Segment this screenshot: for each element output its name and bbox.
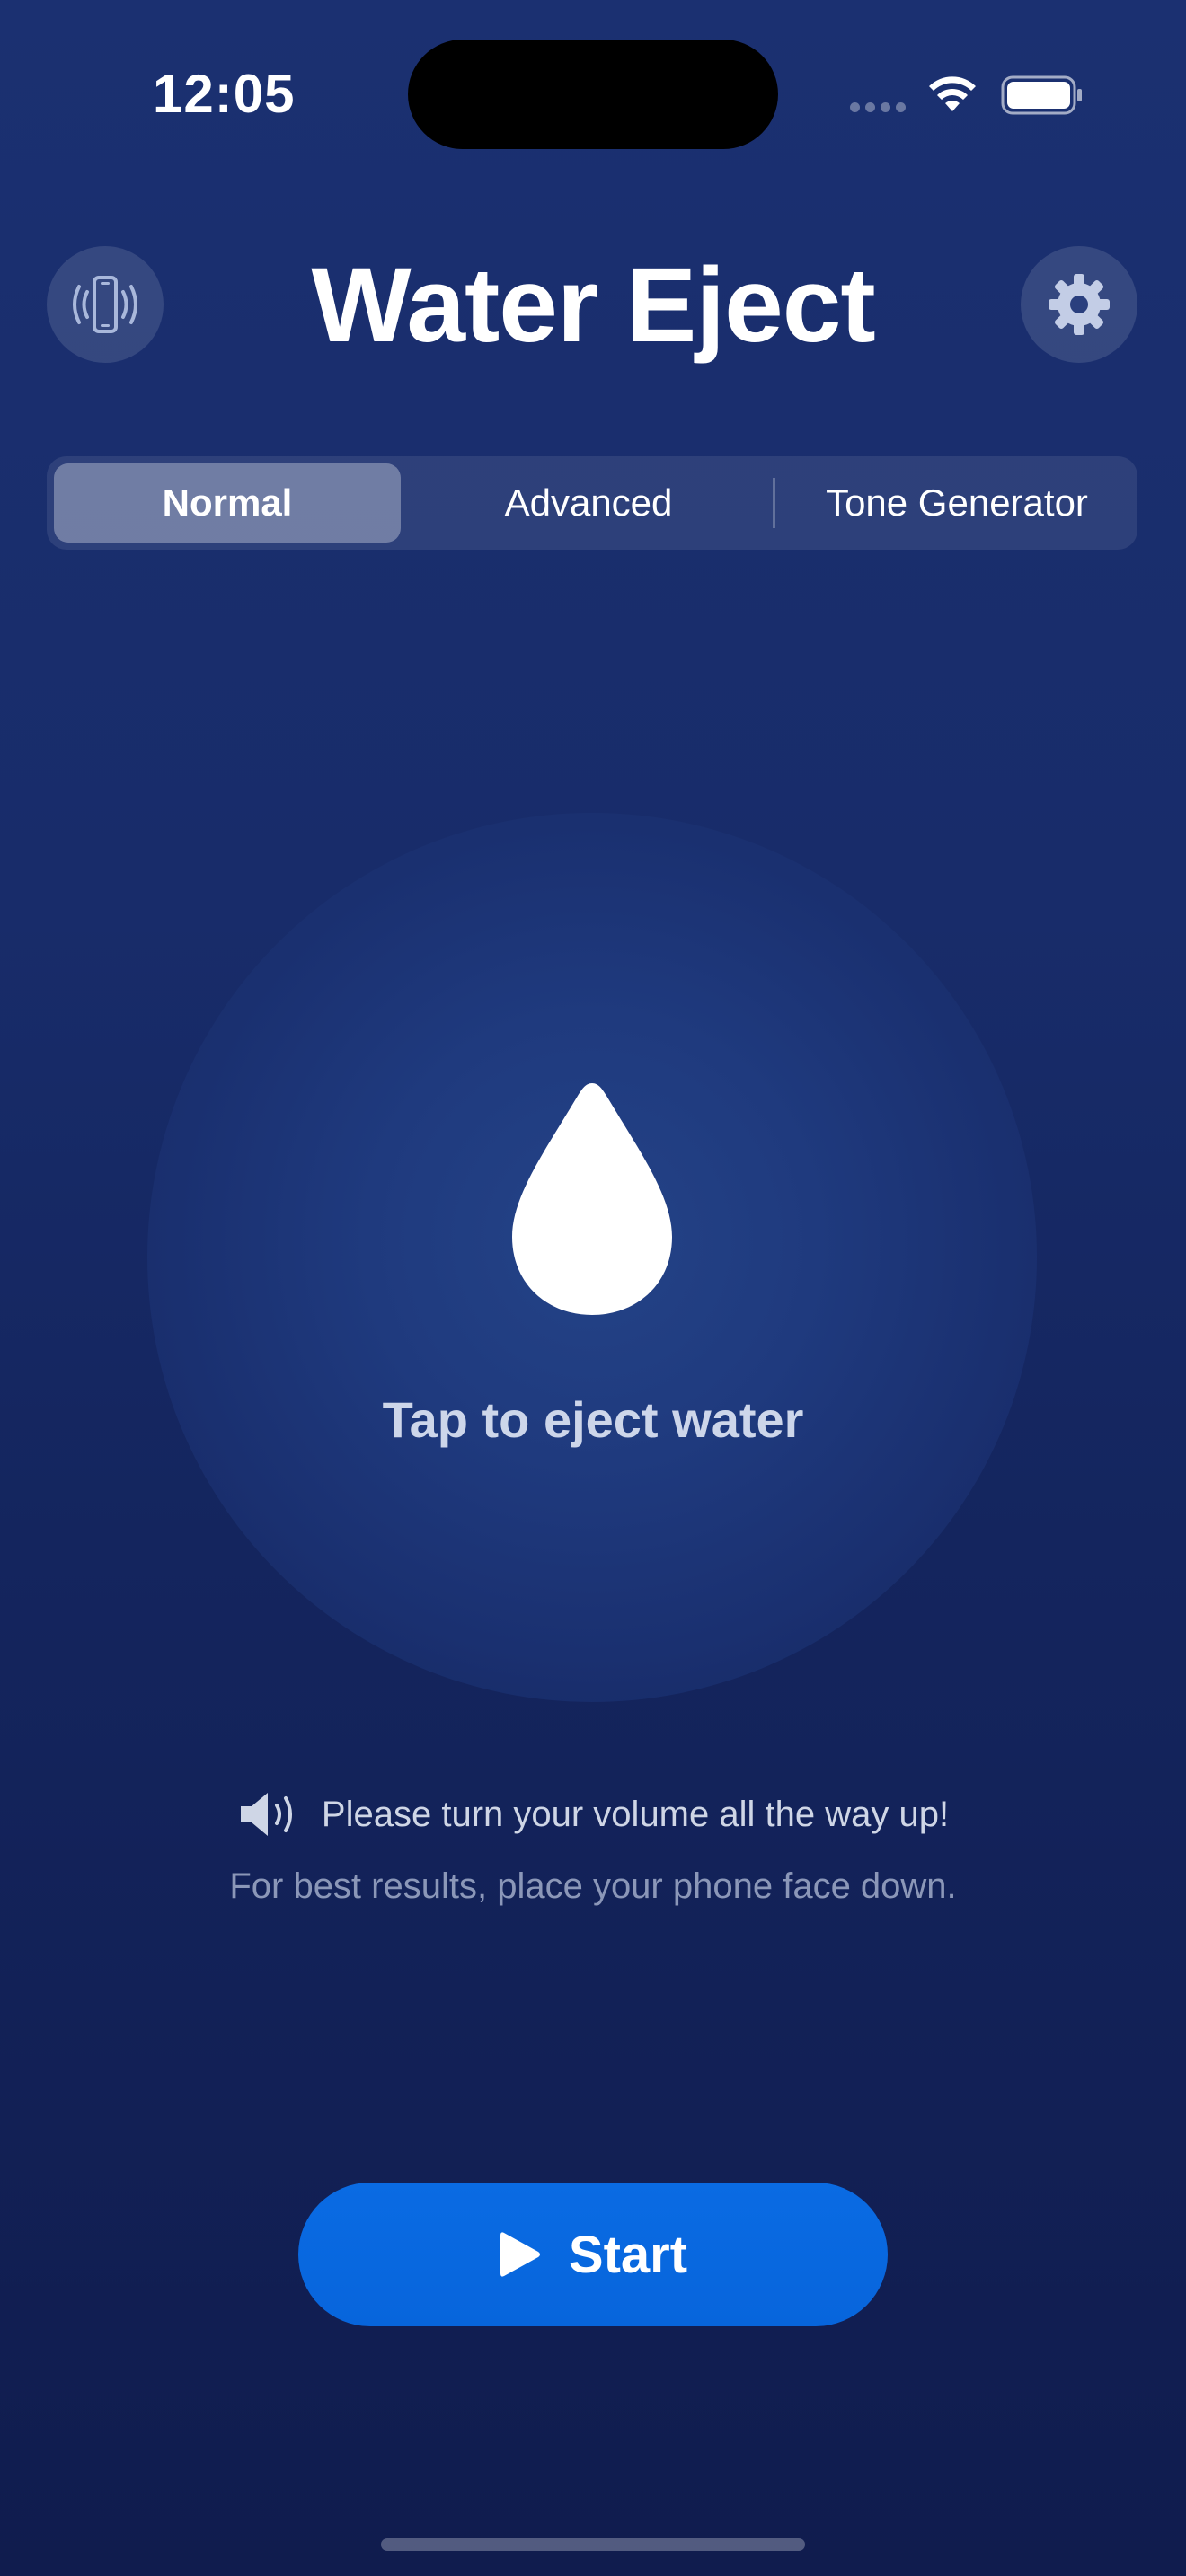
tab-normal[interactable]: Normal [54,463,401,543]
volume-hint: Please turn your volume all the way up! [0,1787,1186,1841]
cellular-signal-icon [850,102,907,113]
battery-icon [1001,75,1082,115]
volume-hint-text: Please turn your volume all the way up! [321,1794,950,1834]
segment-divider [773,478,775,528]
placement-hint: For best results, place your phone face … [229,1866,957,1906]
gear-icon [1049,274,1110,335]
dynamic-island [408,40,778,149]
settings-button[interactable] [1021,246,1137,363]
home-indicator[interactable] [381,2538,805,2551]
wifi-icon [929,76,976,111]
page-title: Water Eject [311,246,875,365]
start-button-label: Start [568,2225,688,2284]
mode-segmented-control: Normal Advanced Tone Generator [47,456,1137,550]
status-time: 12:05 [153,64,296,124]
start-button[interactable]: Start [298,2183,888,2326]
tab-advanced[interactable]: Advanced [413,463,764,543]
water-drop-icon [512,1083,672,1315]
tab-tone-generator[interactable]: Tone Generator [782,463,1132,543]
play-icon [500,2232,540,2277]
speaker-icon [240,1793,292,1836]
eject-prompt: Tap to eject water [382,1391,804,1448]
